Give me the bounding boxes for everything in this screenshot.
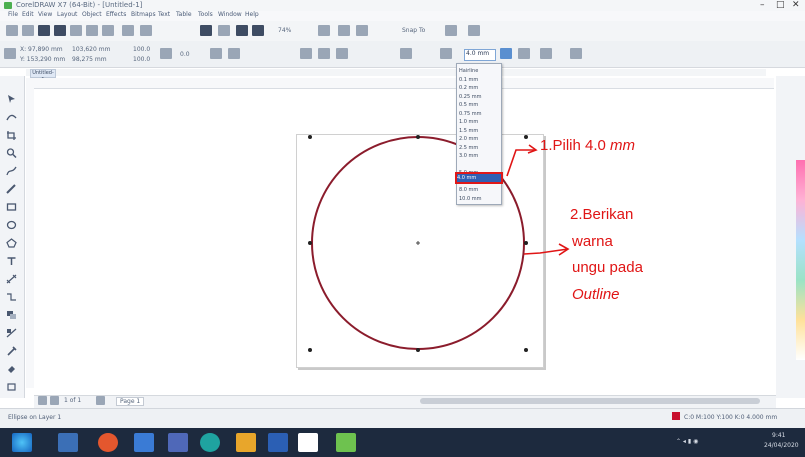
annotation-step1-unit: mm — [610, 137, 636, 154]
page-counter: 1 of 1 — [64, 397, 82, 404]
edge-icon[interactable] — [200, 433, 220, 452]
tray-icons[interactable]: ⌃ ◂ ▮ ◉ — [676, 438, 698, 445]
arrow-step1-head — [527, 144, 538, 154]
annotation-step1: 1.Pilih 4.0 mm — [540, 137, 635, 154]
start-icon[interactable] — [12, 433, 32, 452]
handle-top-middle — [416, 135, 420, 139]
dropdown-item[interactable]: 0.1 mm — [459, 76, 497, 84]
dropdown-selected-item[interactable]: 4.0 mm — [455, 172, 503, 184]
mail-icon[interactable] — [168, 433, 188, 452]
handle-top-right — [524, 135, 528, 139]
first-page-icon[interactable] — [38, 396, 47, 405]
annotation-step2-line3: ungu pada — [572, 259, 643, 276]
handle-middle-right — [524, 241, 528, 245]
file-explorer-icon[interactable] — [58, 433, 78, 452]
dropdown-item[interactable]: 0.25 mm — [459, 93, 497, 101]
dropdown-item[interactable]: Hairline — [459, 67, 497, 75]
dropdown-item[interactable]: 3.0 mm — [459, 152, 497, 160]
annotation-arrows — [506, 144, 570, 256]
annotation-step1-text: 1.Pilih 4.0 — [540, 137, 611, 154]
handle-middle-left — [308, 241, 312, 245]
dropdown-item[interactable]: 8.0 mm — [459, 186, 497, 194]
status-outline-info: C:0 M:100 Y:100 K:0 4.000 mm — [684, 414, 778, 421]
dropdown-item[interactable]: 0.2 mm — [459, 84, 497, 92]
dropdown-item[interactable]: 0.75 mm — [459, 110, 497, 118]
coreldraw-icon[interactable] — [336, 433, 356, 452]
canvas-overlay — [308, 135, 570, 352]
handle-bottom-middle — [416, 348, 420, 352]
handle-top-left — [308, 135, 312, 139]
arrow-step1 — [506, 149, 536, 177]
dropdown-item[interactable]: 10.0 mm — [459, 195, 497, 203]
app-window-icon[interactable] — [298, 433, 318, 452]
handle-bottom-right — [524, 348, 528, 352]
browser-icon[interactable] — [98, 433, 118, 452]
annotation-step2-line4: Outline — [572, 286, 620, 303]
outline-color-swatch — [672, 412, 680, 420]
dropdown-item[interactable]: 2.0 mm — [459, 135, 497, 143]
horizontal-scrollbar[interactable] — [420, 398, 760, 404]
folder-icon[interactable] — [236, 433, 256, 452]
status-object-info: Ellipse on Layer 1 — [8, 414, 62, 421]
handle-bottom-left — [308, 348, 312, 352]
annotation-step2-line1: 2.Berikan — [570, 206, 634, 223]
next-page-icon[interactable] — [96, 396, 105, 405]
annotation-step2-line2: warna — [572, 233, 613, 250]
prev-page-icon[interactable] — [50, 396, 59, 405]
dropdown-item[interactable]: 1.0 mm — [459, 118, 497, 126]
clock-time: 9:41 — [772, 432, 786, 439]
word-icon[interactable] — [268, 433, 288, 452]
dropdown-item[interactable]: 1.5 mm — [459, 127, 497, 135]
media-player-icon[interactable] — [134, 433, 154, 452]
dropdown-item[interactable]: 2.5 mm — [459, 144, 497, 152]
dropdown-item[interactable]: 0.5 mm — [459, 101, 497, 109]
clock-date: 24/04/2020 — [764, 442, 799, 449]
center-marker — [416, 241, 420, 245]
page-tab[interactable]: Page 1 — [116, 397, 145, 406]
